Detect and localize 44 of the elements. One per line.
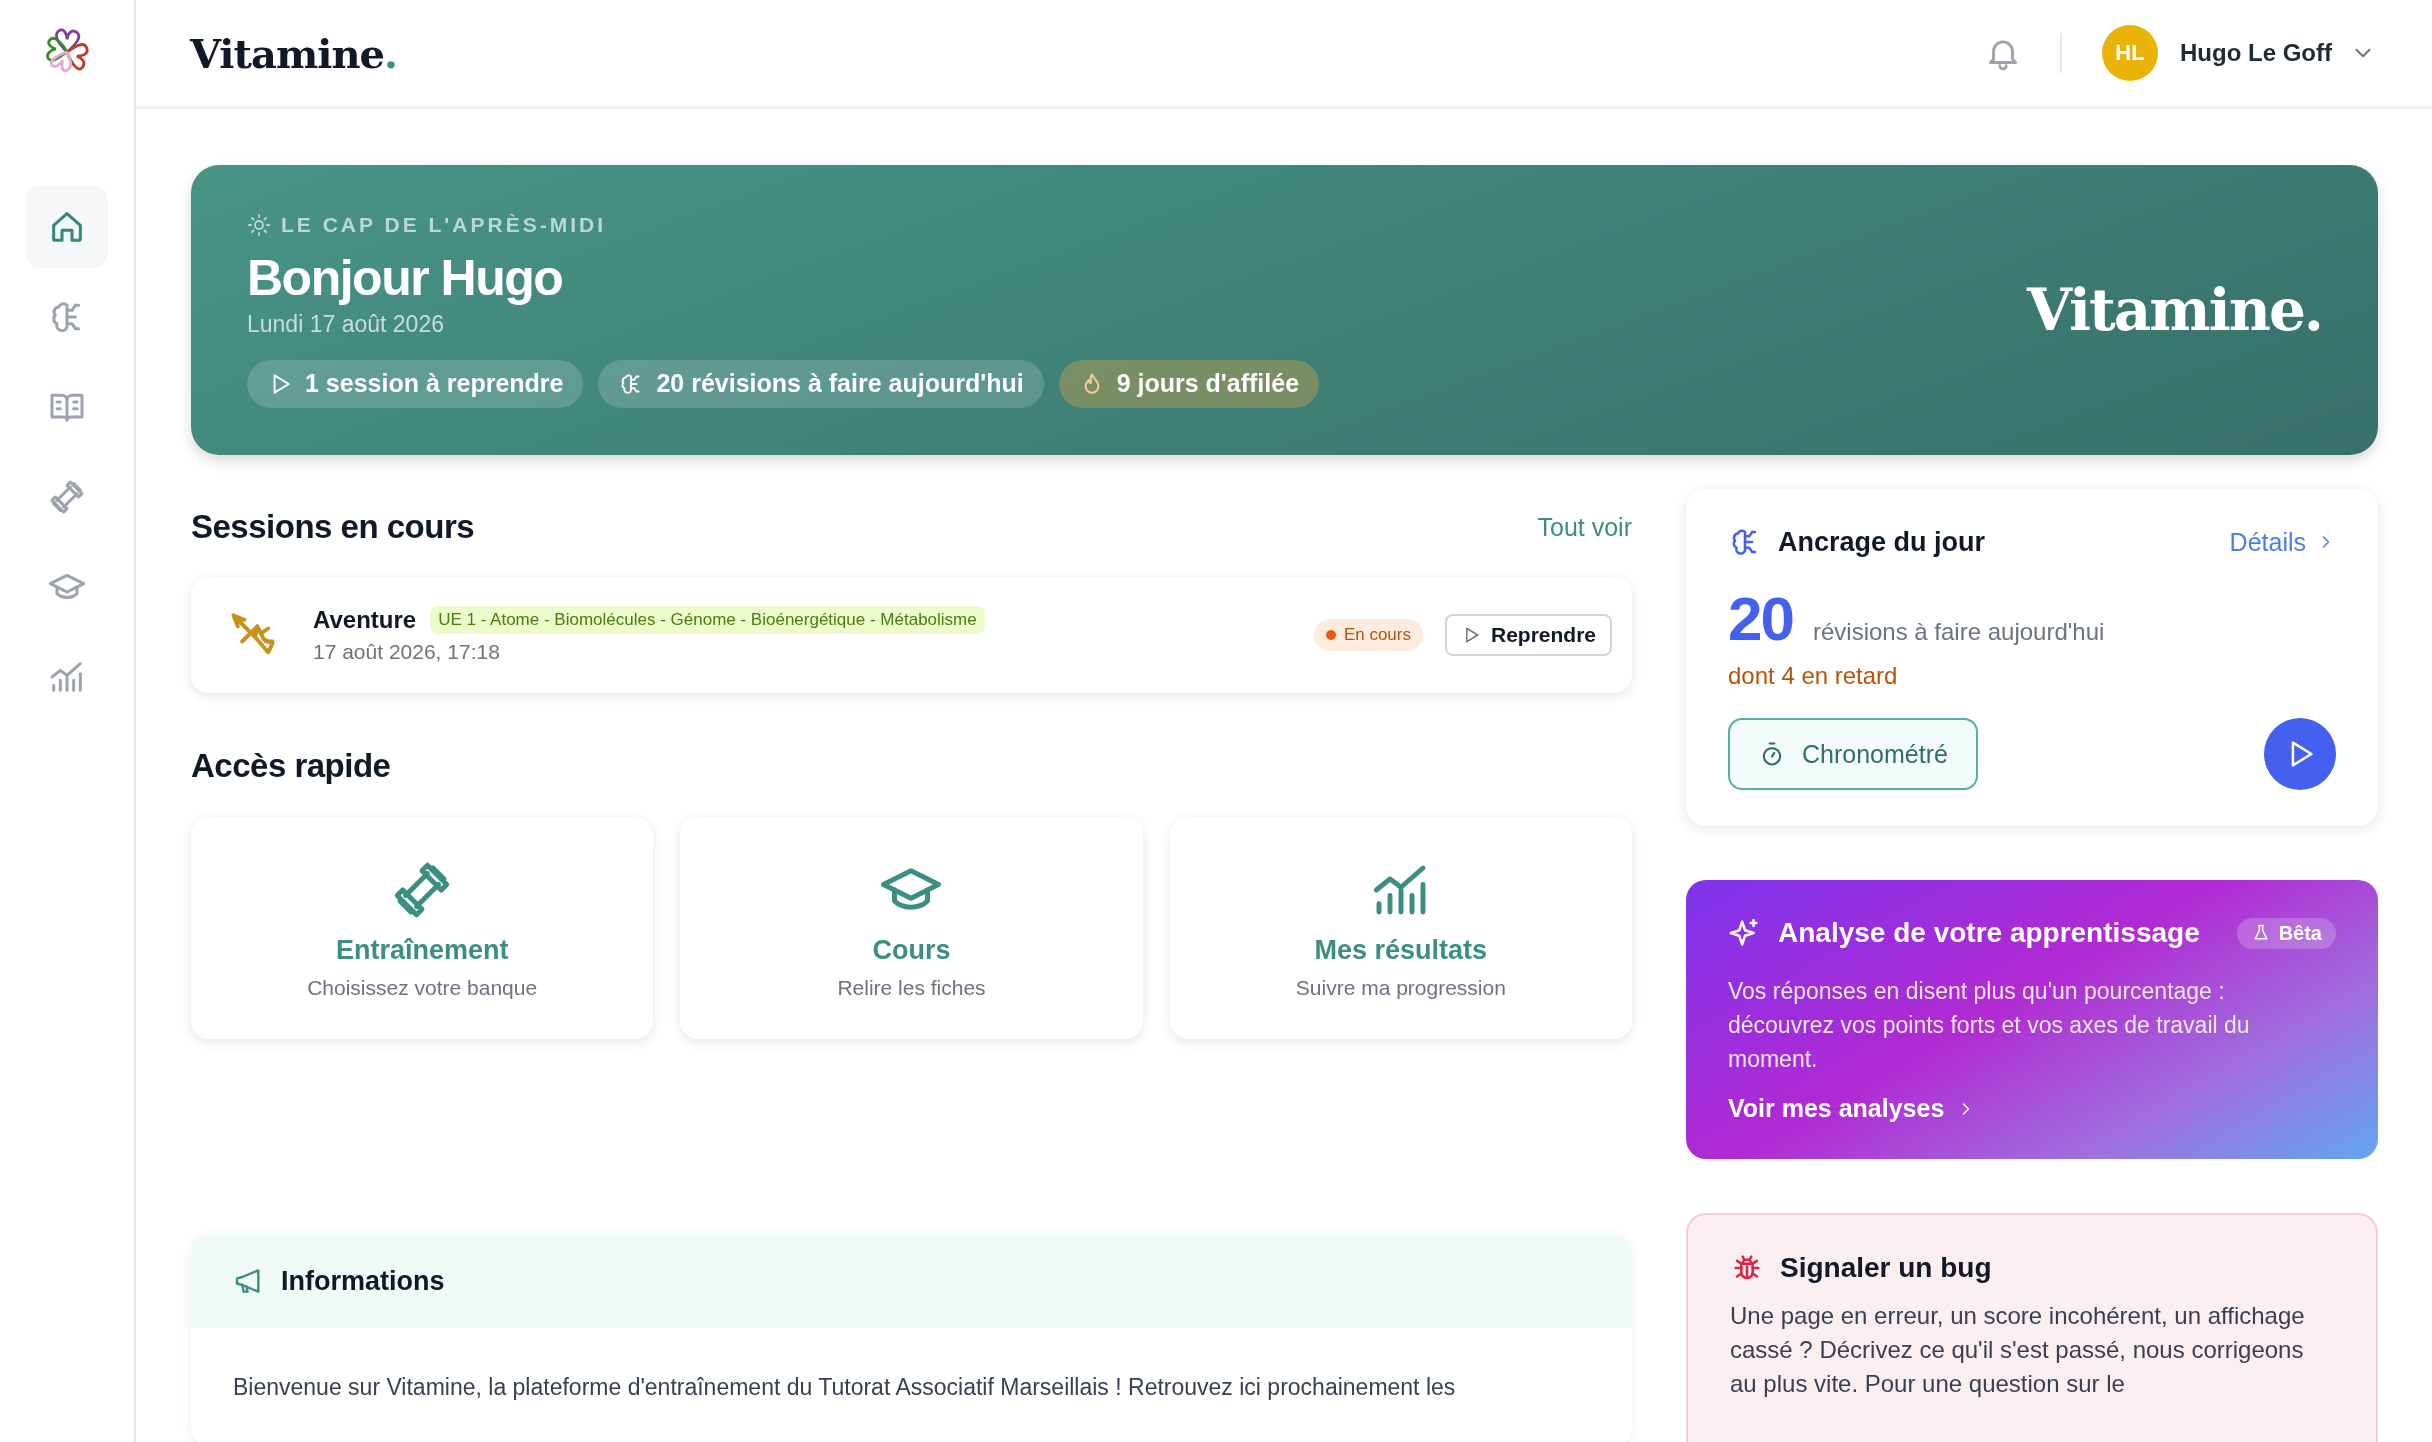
card-subtitle: Choisissez votre banque (307, 975, 538, 1000)
revision-count: 20 (1728, 583, 1793, 654)
card-subtitle: Suivre ma progression (1295, 975, 1506, 1000)
banner-logo: Vitamine. (2026, 276, 2322, 344)
late-count: dont 4 en retard (1728, 662, 1899, 690)
analysis-text: Vos réponses en disent plus qu'un pourcentage : découvrez vos points forts et vos axes de travail du moment. (1728, 977, 2251, 1074)
card-title: Informations (281, 1265, 445, 1297)
home-nav-button[interactable] (26, 186, 108, 268)
analyses-link[interactable]: Voir mes analyses (1728, 1094, 2336, 1123)
sun-icon (247, 212, 271, 237)
banner-chip[interactable]: 20 révisions à faire aujourd'hui (598, 359, 1044, 408)
banner-chip[interactable]: 9 jours d'affilée (1058, 359, 1320, 408)
subject-tag: UE 1 - Atome - Biomolécules - Génome - Bioénergétique - Métabolisme (430, 606, 985, 634)
section-title: Sessions en cours (191, 508, 475, 546)
banner-date: Lundi 17 août 2026 (247, 310, 445, 338)
revision-label: révisions à faire aujourd'hui (1812, 618, 2105, 646)
card-title: Analyse de votre apprentissage (1778, 917, 2201, 949)
quick-access-card[interactable]: Entraînement Choisissez votre banque (191, 817, 654, 1039)
card-title: Entraînement (335, 934, 509, 966)
card-subtitle: Relire les fiches (837, 975, 986, 1000)
banner-eyebrow: LE CAP DE L'APRÈS-MIDI (281, 212, 606, 237)
timed-mode-button[interactable]: Chronométré (1728, 718, 1978, 790)
card-title: Signaler un bug (1780, 1252, 1992, 1284)
bug-report-text: Une page en erreur, un score incohérent, un affichage cassé ? Décrivez ce qu'il s'est passé, nous corrigeons au plus vite. Pour une question sur le (1730, 1301, 2306, 1399)
user-name[interactable]: Hugo Le Goff (2180, 39, 2332, 67)
details-link[interactable]: Détails (2229, 527, 2336, 557)
dumbbell-icon (47, 477, 87, 517)
app-logo[interactable]: Vitamine. (190, 29, 397, 77)
session-name: Aventure (313, 606, 417, 634)
card-title: Cours (872, 934, 951, 966)
session-card[interactable]: Aventure UE 1 - Atome - Biomolécules - Génome - Bioénergétique - Métabolisme 17 août 2026, 17:18 En cours Reprendre (191, 577, 1632, 693)
quick-access-card[interactable]: Cours Relire les fiches (680, 817, 1143, 1039)
section-title: Accès rapide (191, 747, 392, 785)
card-title: Mes résultats (1314, 934, 1488, 966)
see-all-link[interactable]: Tout voir (1537, 512, 1632, 542)
resume-button[interactable]: Reprendre (1444, 614, 1612, 656)
greeting-title: Bonjour Hugo (247, 248, 564, 307)
banner-chip[interactable]: 1 session à reprendre (247, 359, 584, 408)
info-text: Bienvenue sur Vitamine, la plateforme d'entraînement du Tutorat Associatif Marseillais ! Retrouvez ici prochainement les (232, 1373, 1457, 1402)
beta-badge: Bêta (2236, 917, 2336, 949)
quick-access-card[interactable]: Mes résultats Suivre ma progression (1169, 817, 1632, 1039)
card-title: Ancrage du jour (1778, 526, 1987, 558)
status-badge: En cours (1313, 619, 1423, 651)
session-date: 17 août 2026, 17:18 (313, 640, 501, 664)
